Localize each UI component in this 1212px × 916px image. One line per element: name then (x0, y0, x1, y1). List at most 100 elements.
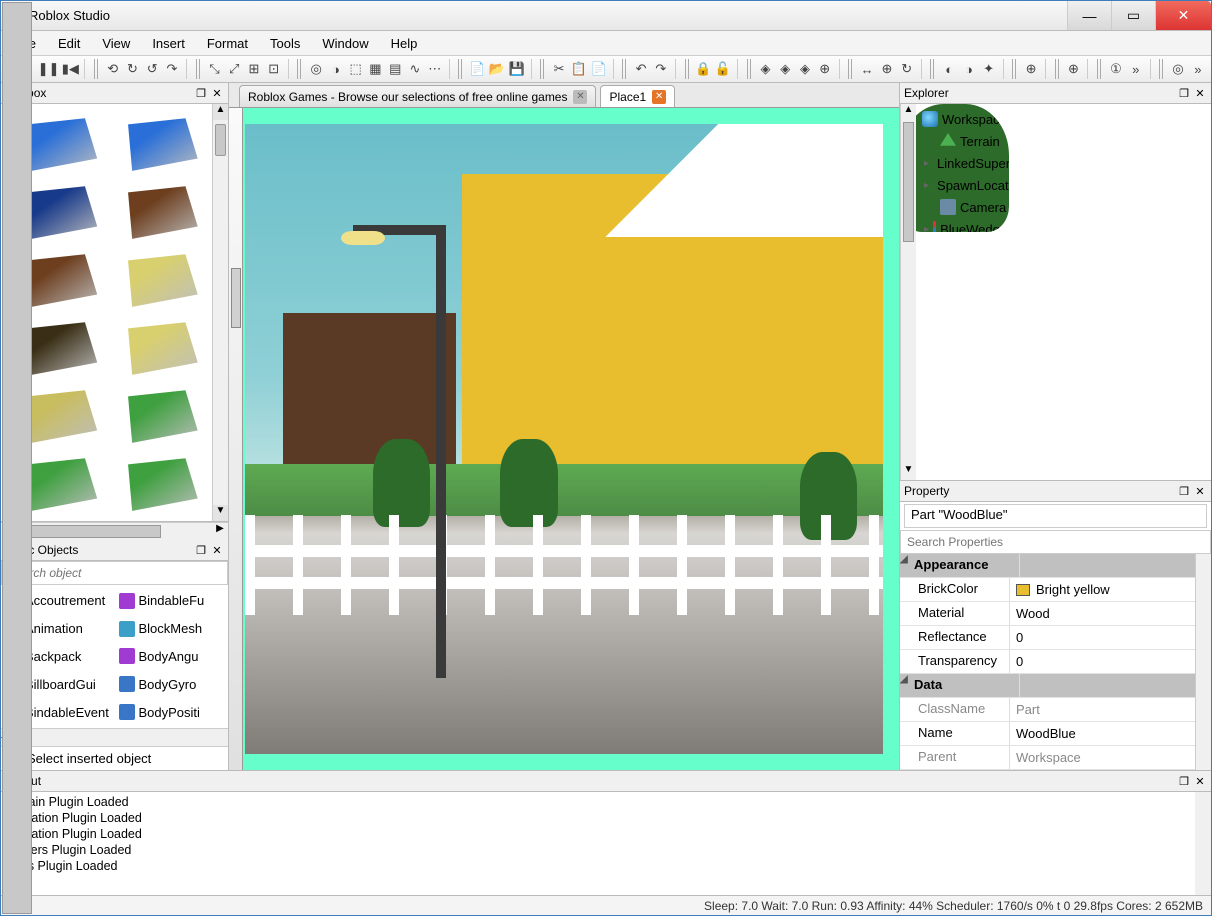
toolbox-undock-icon[interactable]: ❐ (194, 86, 208, 100)
toolbar-button[interactable]: ⤢ (225, 58, 243, 80)
basic-objects-close-icon[interactable]: ✕ (210, 543, 224, 557)
toolbox-brick[interactable] (116, 316, 198, 378)
toolbar-button[interactable]: ❚❚ (38, 58, 60, 80)
toolbox-brick[interactable] (116, 452, 198, 514)
viewport-sidebar[interactable] (229, 108, 243, 770)
property-row[interactable]: ClassNamePart (900, 698, 1195, 722)
section-caret-icon[interactable]: ◢ (900, 674, 910, 697)
toolbar-button[interactable]: ↶ (632, 58, 650, 80)
property-value[interactable]: Wood (1010, 602, 1195, 625)
explorer-scrollbar[interactable]: ▲ ▼ (900, 104, 916, 480)
output-undock-icon[interactable]: ❐ (1177, 774, 1191, 788)
scroll-down-icon[interactable]: ▼ (213, 505, 228, 521)
scroll-up-icon[interactable]: ▲ (901, 104, 916, 120)
property-row[interactable]: NameWoodBlue (900, 722, 1195, 746)
toolbar-button[interactable]: 🔒 (694, 58, 712, 80)
basic-object-item[interactable]: BodyPositi (115, 698, 229, 726)
property-close-icon[interactable]: ✕ (1193, 484, 1207, 498)
toolbox-scrollbar[interactable]: ▲ ▼ (212, 104, 228, 521)
basic-objects-undock-icon[interactable]: ❐ (194, 543, 208, 557)
toolbar-button[interactable]: ⟲ (104, 58, 122, 80)
explorer-node[interactable]: ▸LinkedSuperball (902, 152, 1007, 174)
document-tab[interactable]: Place1✕ (600, 85, 675, 107)
toolbar-button[interactable]: ⬚ (347, 58, 365, 80)
toolbar-button[interactable]: ⤡ (206, 58, 224, 80)
explorer-node[interactable]: ▸SpawnLocation (902, 174, 1007, 196)
toolbox-hscroll[interactable]: ◀ ▶ (1, 522, 228, 540)
toolbar-button[interactable]: ⊡ (265, 58, 283, 80)
basic-object-item[interactable]: BodyGyro (115, 670, 229, 698)
tree-caret-icon[interactable]: ▸ (924, 158, 929, 169)
scroll-down-icon[interactable]: ▼ (901, 464, 916, 480)
toolbar-button[interactable]: ◑ (960, 58, 978, 80)
viewport-grip-icon[interactable] (231, 268, 241, 328)
section-caret-icon[interactable]: ◢ (900, 554, 910, 577)
property-row[interactable]: ParentWorkspace (900, 746, 1195, 770)
toolbox-close-icon[interactable]: ✕ (210, 86, 224, 100)
tree-caret-icon[interactable]: ▸ (924, 224, 929, 233)
menu-view[interactable]: View (92, 33, 140, 54)
property-scrollbar[interactable] (1195, 554, 1211, 770)
minimize-button[interactable]: — (1067, 1, 1111, 30)
toolbar-button[interactable]: ◈ (757, 58, 775, 80)
toolbar-button[interactable]: ↻ (898, 58, 916, 80)
explorer-close-icon[interactable]: ✕ (1193, 86, 1207, 100)
menu-format[interactable]: Format (197, 33, 258, 54)
toolbox-brick[interactable] (116, 384, 198, 446)
scrollbar-thumb[interactable] (215, 124, 226, 156)
toolbar-button[interactable]: » (1189, 58, 1207, 80)
toolbar-button[interactable]: ⋯ (426, 58, 444, 80)
toolbox-brick[interactable] (116, 180, 198, 242)
toolbar-button[interactable]: ◐ (940, 58, 958, 80)
basic-objects-hscroll[interactable]: ◀ ▶ (1, 728, 228, 746)
scrollbar-thumb[interactable] (903, 122, 914, 242)
toolbar-button[interactable]: ⊕ (1022, 58, 1040, 80)
toolbar-button[interactable]: 📋 (570, 58, 588, 80)
explorer-undock-icon[interactable]: ❐ (1177, 86, 1191, 100)
toolbar-button[interactable]: 📄 (468, 58, 486, 80)
property-undock-icon[interactable]: ❐ (1177, 484, 1191, 498)
toolbox-brick[interactable] (116, 248, 198, 310)
toolbar-button[interactable]: ↺ (143, 58, 161, 80)
toolbar-button[interactable]: ⊕ (1065, 58, 1083, 80)
output-close-icon[interactable]: ✕ (1193, 774, 1207, 788)
scroll-right-icon[interactable]: ▶ (212, 523, 228, 540)
toolbar-button[interactable]: ▦ (367, 58, 385, 80)
toolbar-button[interactable]: ↔ (858, 58, 876, 80)
explorer-node[interactable]: Camera (902, 196, 1007, 218)
hscroll-thumb[interactable] (21, 525, 161, 538)
explorer-node[interactable]: ▾Workspace (902, 108, 1007, 130)
toolbar-button[interactable]: ▤ (386, 58, 404, 80)
property-value[interactable]: Part (1010, 698, 1195, 721)
toolbar-button[interactable]: ① (1107, 58, 1125, 80)
property-value[interactable]: 0 (1010, 626, 1195, 649)
toolbar-button[interactable]: 🔓 (714, 58, 732, 80)
toolbar-button[interactable]: ◎ (1169, 58, 1187, 80)
toolbar-button[interactable]: ⊕ (878, 58, 896, 80)
property-row[interactable]: Reflectance0 (900, 626, 1195, 650)
toolbar-button[interactable]: ◈ (796, 58, 814, 80)
toolbar-button[interactable]: ↷ (163, 58, 181, 80)
basic-objects-search[interactable] (1, 561, 228, 585)
toolbar-button[interactable]: ✦ (980, 58, 998, 80)
toolbar-button[interactable]: ∿ (406, 58, 424, 80)
menu-window[interactable]: Window (312, 33, 378, 54)
explorer-node[interactable]: Terrain (902, 130, 1007, 152)
menu-insert[interactable]: Insert (142, 33, 195, 54)
basic-object-item[interactable]: BodyAngu (115, 643, 229, 671)
explorer-node[interactable]: ▸BlueWedge (902, 218, 1007, 232)
toolbar-button[interactable]: ▮◀ (61, 58, 79, 80)
property-row[interactable]: MaterialWood (900, 602, 1195, 626)
property-value[interactable]: 0 (1010, 650, 1195, 673)
property-value[interactable]: Bright yellow (1010, 578, 1195, 601)
property-row[interactable]: BrickColorBright yellow (900, 578, 1195, 602)
toolbar-button[interactable]: ↷ (652, 58, 670, 80)
property-value[interactable]: Workspace (1010, 746, 1195, 769)
close-button[interactable]: ✕ (1155, 1, 1211, 30)
toolbox-brick[interactable] (116, 112, 198, 174)
toolbar-button[interactable]: ⊕ (816, 58, 834, 80)
toolbar-button[interactable]: » (1127, 58, 1145, 80)
toolbar-button[interactable]: ✂ (550, 58, 568, 80)
toolbar-button[interactable]: ◎ (307, 58, 325, 80)
toolbar-button[interactable]: ◈ (776, 58, 794, 80)
